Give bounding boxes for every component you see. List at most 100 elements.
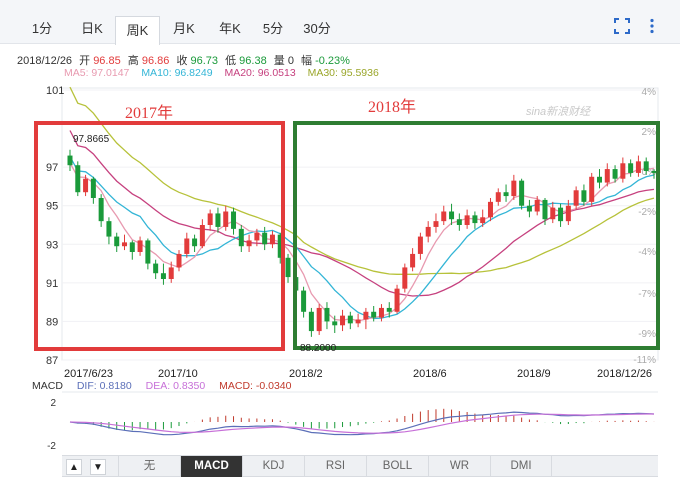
candle-body <box>417 236 423 254</box>
indicator-rsi[interactable]: RSI <box>304 456 366 477</box>
low-value: 96.38 <box>239 55 267 67</box>
candle-body <box>324 307 330 322</box>
candle-body <box>480 217 486 224</box>
more-vertical-icon[interactable] <box>648 18 656 38</box>
indicator-bar: ▲ ▼ 无 MACD KDJ RSI BOLL WR DMI <box>62 455 658 477</box>
x-tick-label: 2018/9 <box>517 368 551 380</box>
candle-body <box>511 180 517 197</box>
candle-body <box>604 169 610 183</box>
left-tick-label: 87 <box>46 355 58 367</box>
tab-daily-k[interactable]: 日K <box>70 14 114 44</box>
candle-body <box>340 315 346 326</box>
candle-body <box>565 205 571 222</box>
candle-body <box>215 213 221 227</box>
right-tick-label: 4% <box>642 87 657 98</box>
low-label: 低 <box>225 55 237 67</box>
candle-body <box>269 234 275 245</box>
candle-body <box>316 307 322 332</box>
timeframe-tab-bar: 1分 日K 周K 月K 年K 5分 30分 <box>0 0 680 45</box>
tab-yearly-k[interactable]: 年K <box>208 14 252 44</box>
candle-body <box>207 213 213 225</box>
quote-date: 2018/12/26 <box>17 55 73 67</box>
candle-body <box>262 232 268 245</box>
kline-chart[interactable]: 101979593918987 4%2%0%-2%-4%-7%-9%-11% 2… <box>0 80 680 455</box>
candle-body <box>238 228 244 247</box>
indicator-kdj[interactable]: KDJ <box>242 456 304 477</box>
macd-legend: MACD DIF: 0.8180 DEA: 0.8350 MACD: -0.03… <box>32 380 302 392</box>
candle-body <box>620 163 626 179</box>
indicator-boll[interactable]: BOLL <box>366 456 428 477</box>
candle-body <box>519 180 525 206</box>
candle-body <box>83 178 89 193</box>
candle-body <box>332 321 338 326</box>
candle-body <box>573 190 579 206</box>
right-tick-label: -11% <box>633 355 656 366</box>
x-tick-label: 2018/6 <box>413 368 447 380</box>
indicator-macd[interactable]: MACD <box>180 456 242 477</box>
candle-body <box>153 263 159 274</box>
candle-body <box>378 307 384 318</box>
left-tick-label: 97 <box>46 162 58 174</box>
scroll-down-button[interactable]: ▼ <box>90 459 106 475</box>
candle-body <box>114 236 120 247</box>
left-tick-label: 93 <box>46 239 58 251</box>
label-2017: 2017年 <box>125 104 173 122</box>
candle-body <box>410 253 416 268</box>
candle-body <box>441 211 447 222</box>
candle-body <box>612 169 618 179</box>
macd-title: MACD <box>32 380 63 392</box>
indicator-dmi[interactable]: DMI <box>490 456 552 477</box>
x-tick-label: 2018/2 <box>289 368 323 380</box>
change-value: -0.23% <box>315 55 350 67</box>
indicator-wr[interactable]: WR <box>428 456 490 477</box>
open-value: 96.85 <box>93 55 121 67</box>
indicator-none[interactable]: 无 <box>118 456 180 477</box>
high-label: 高 <box>127 55 139 67</box>
fullscreen-icon[interactable] <box>614 18 630 38</box>
macd-value: MACD: -0.0340 <box>219 380 292 392</box>
tab-1min[interactable]: 1分 <box>20 14 64 44</box>
candle-body <box>184 238 190 254</box>
candle-body <box>67 155 73 166</box>
candle-body <box>581 190 587 202</box>
candle-body <box>301 290 307 312</box>
open-label: 开 <box>79 55 91 67</box>
ma5-value: MA5: 97.0147 <box>64 67 130 79</box>
tab-monthly-k[interactable]: 月K <box>162 14 206 44</box>
candle-body <box>160 273 166 279</box>
left-tick-label: 91 <box>46 278 58 290</box>
right-axis: 4%2%0%-2%-4%-7%-9%-11% <box>633 87 656 366</box>
tab-weekly-k[interactable]: 周K <box>115 16 160 45</box>
bottom-strip <box>0 478 680 489</box>
candle-body <box>254 232 260 241</box>
candle-body <box>495 192 501 202</box>
candle-body <box>246 240 252 247</box>
candle-body <box>223 211 229 227</box>
candle-body <box>355 319 361 324</box>
ma10-line <box>69 156 655 320</box>
candle-body <box>472 215 478 224</box>
candle-body <box>394 288 400 312</box>
box-2018 <box>293 121 660 350</box>
tab-30min[interactable]: 30分 <box>295 14 339 44</box>
candle-body <box>487 201 493 218</box>
left-tick-label: 101 <box>46 85 64 97</box>
macd-tick-label: -2 <box>47 441 56 452</box>
candle-body <box>75 165 81 193</box>
candle-body <box>285 257 291 278</box>
tab-5min[interactable]: 5分 <box>253 14 293 44</box>
candle-body <box>386 307 392 312</box>
x-axis: 2017/6/23 2017/10 2018/2 2018/6 2018/9 2018/1… <box>64 368 652 380</box>
right-tick-label: -9% <box>638 329 656 340</box>
dif-value: DIF: 0.8180 <box>76 380 132 392</box>
candle-body <box>176 253 182 268</box>
volume-label: 量 <box>273 55 285 67</box>
left-tick-label: 89 <box>46 316 58 328</box>
dea-value: DEA: 0.8350 <box>145 380 206 392</box>
close-label: 收 <box>176 55 188 67</box>
scroll-up-button[interactable]: ▲ <box>66 459 82 475</box>
volume-value: 0 <box>287 55 294 67</box>
box-2017 <box>34 121 285 351</box>
candle-body <box>371 311 377 318</box>
right-tick-label: -4% <box>638 247 656 258</box>
